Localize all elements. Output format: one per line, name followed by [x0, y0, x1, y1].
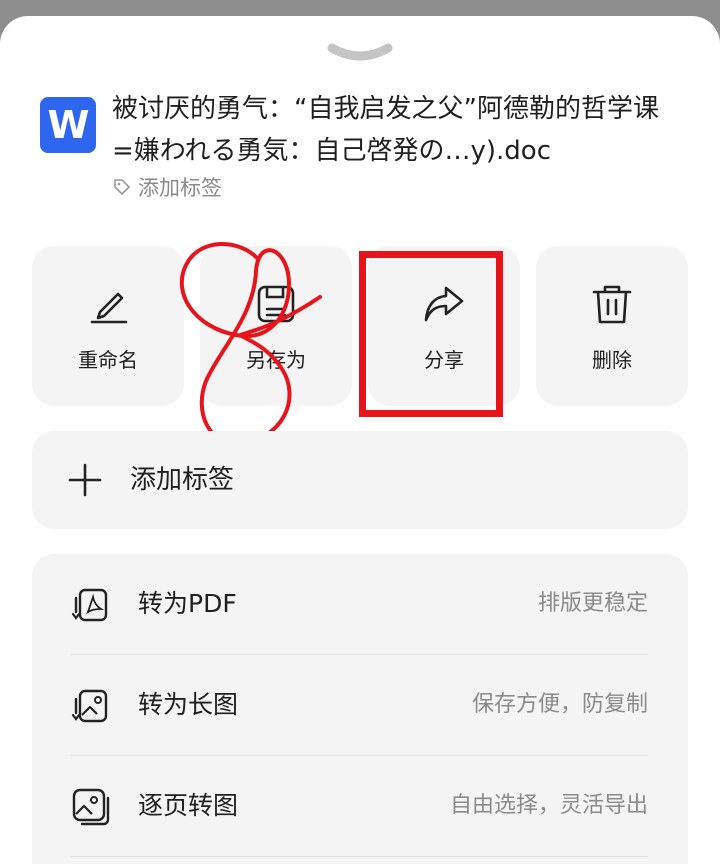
convert-pdf-title: 转为PDF [138, 589, 237, 618]
convert-long-image-title: 转为长图 [138, 690, 239, 719]
list-divider [70, 856, 648, 857]
convert-long-image-icon [71, 689, 108, 723]
plus-icon [68, 463, 102, 497]
share-highlight-box [359, 251, 503, 417]
word-doc-icon: W [40, 97, 96, 153]
tag-icon [114, 179, 130, 195]
delete-label: 删除 [592, 348, 632, 372]
convert-pdf-desc: 排版更稳定 [537, 591, 648, 616]
convert-pdf-row[interactable]: 转为PDF 排版更稳定 [32, 554, 688, 654]
add-tag-button[interactable]: 添加标签 [32, 431, 688, 529]
page-to-image-desc: 自由选择，灵活导出 [449, 793, 648, 818]
convert-long-image-row[interactable]: 转为长图 保存方便，防复制 [32, 655, 688, 755]
bottom-sheet: W 被讨厌的勇气：“自我启发之父”阿德勒的哲学课=嫌われる勇気：自己啓発の…y)… [0, 16, 720, 864]
page-to-image-row[interactable]: 逐页转图 自由选择，灵活导出 [32, 756, 688, 856]
rename-label: 重命名 [78, 348, 138, 372]
rename-button[interactable]: 重命名 [32, 246, 184, 406]
document-tag-label: 添加标签 [138, 176, 222, 200]
delete-button[interactable]: 删除 [536, 246, 688, 406]
trash-icon [592, 285, 632, 324]
document-tag-link[interactable]: 添加标签 [112, 174, 222, 200]
conversion-list: 转为PDF 排版更稳定 转为长图 保存方便，防复制 逐页转图 自由选择，灵活导出 [32, 554, 688, 864]
sheet-handle-chevron-icon[interactable] [326, 40, 394, 66]
add-tag-label: 添加标签 [130, 465, 235, 495]
convert-long-image-desc: 保存方便，防复制 [471, 692, 648, 717]
page-to-image-title: 逐页转图 [138, 791, 239, 820]
pencil-icon [90, 292, 128, 324]
convert-pdf-icon [71, 588, 108, 622]
document-title: 被讨厌的勇气：“自我启发之父”阿德勒的哲学课=嫌われる勇気：自己啓発の…y).d… [112, 94, 659, 166]
save-icon [257, 285, 295, 323]
save-as-button[interactable]: 另存为 [200, 246, 352, 406]
page-to-image-icon [72, 788, 110, 826]
save-as-label: 另存为 [246, 348, 306, 372]
